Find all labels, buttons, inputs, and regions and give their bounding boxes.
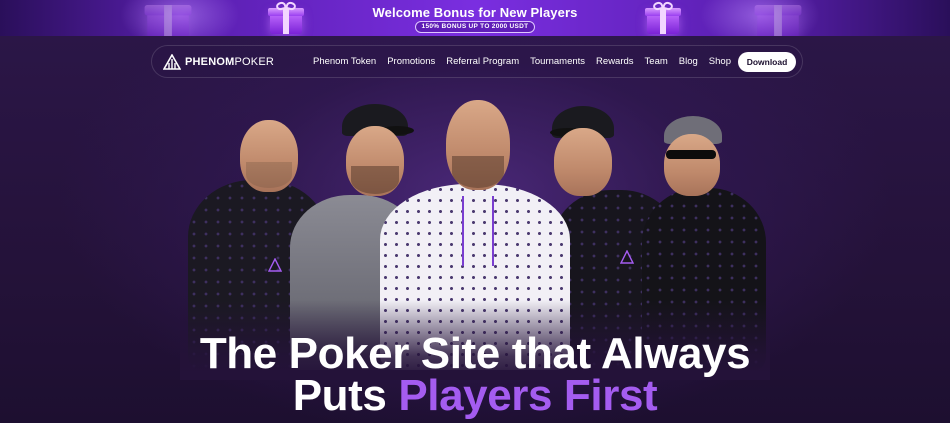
phenom-emblem-icon: [620, 250, 634, 264]
nav-link-rewards[interactable]: Rewards: [596, 56, 634, 67]
phenom-logo-icon: [163, 54, 181, 70]
nav-link-tournaments[interactable]: Tournaments: [530, 56, 585, 67]
headline-accent: Players First: [398, 371, 658, 420]
download-button[interactable]: Download: [738, 52, 796, 72]
nav-links: Phenom Token Promotions Referral Program…: [313, 46, 742, 77]
nav-link-promotions[interactable]: Promotions: [387, 56, 435, 67]
promo-title: Welcome Bonus for New Players: [372, 5, 578, 20]
nav-link-blog[interactable]: Blog: [679, 56, 698, 67]
nav-link-referral-program[interactable]: Referral Program: [446, 56, 519, 67]
nav-link-phenom-token[interactable]: Phenom Token: [313, 56, 376, 67]
nav-link-shop[interactable]: Shop: [709, 56, 731, 67]
hero-headline-line2: Puts Players First: [292, 371, 658, 420]
phenom-emblem-icon: [268, 258, 282, 272]
site-logo[interactable]: PHENOMPOKER: [163, 54, 274, 70]
logo-text: PHENOMPOKER: [185, 56, 274, 68]
hero-section: PHENOMPOKER Phenom Token Promotions Refe…: [0, 36, 950, 423]
promo-bonus-pill[interactable]: 150% BONUS UP TO 2000 USDT: [415, 21, 535, 33]
hero-headline: The Poker Site that Always: [199, 329, 751, 378]
nav-link-team[interactable]: Team: [645, 56, 668, 67]
top-navigation: PHENOMPOKER Phenom Token Promotions Refe…: [151, 45, 803, 78]
promo-banner[interactable]: Welcome Bonus for New Players 150% BONUS…: [0, 0, 950, 36]
